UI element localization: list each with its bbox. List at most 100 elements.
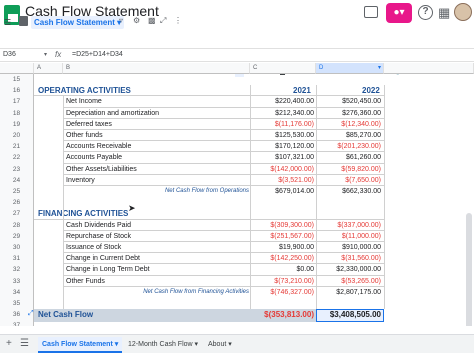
row-header[interactable]: 22 [0,152,34,164]
add-sheet-icon[interactable]: + [6,338,12,349]
row-header[interactable]: 17 [0,96,34,108]
help-icon[interactable]: ? [418,5,433,20]
all-sheets-icon[interactable]: ☰ [20,338,29,349]
name-box[interactable]: D36 [3,51,16,58]
column-header-a[interactable]: A [34,63,63,74]
row-header[interactable]: 32 [0,264,34,276]
row-header[interactable]: 19 [0,118,34,130]
tab-cash-flow-statement[interactable]: Cash Flow Statement ▾ [38,337,123,353]
row-header[interactable]: 33 [0,275,34,287]
value-2022[interactable]: $910,000.00 [342,244,381,251]
value-2021[interactable]: $(251,567.00) [270,233,314,240]
expand-row-icon[interactable]: ⤢ [28,310,34,318]
line-item-label[interactable]: Depreciation and amortization [66,110,159,117]
line-item-label[interactable]: Cash Dividends Paid [66,222,131,229]
value-2022[interactable]: $(12,340.00) [341,121,381,128]
net-cash-flow-row[interactable]: Net Cash Flow $(353,813.00) $3,408,505.00 [34,309,384,323]
year-2022-header[interactable]: 2022 [362,86,380,95]
financing-subtotal-label[interactable]: Net Cash Flow from Financing Activities [143,289,249,295]
operations-subtotal-label[interactable]: Net Cash Flow from Operations [165,188,249,194]
financing-subtotal-2022[interactable]: $2,807,175.00 [336,289,381,296]
vertical-scrollbar[interactable] [466,213,472,326]
operating-activities-title[interactable]: OPERATING ACTIVITIES [38,86,131,95]
value-2022[interactable]: $61,260.00 [346,154,381,161]
value-2022[interactable]: $(31,560.00) [341,255,381,262]
row-header[interactable]: 37 [0,320,34,326]
value-2021[interactable]: $0.00 [296,266,314,273]
row-header[interactable]: 35 [0,298,34,310]
value-2021[interactable]: $212,340.00 [275,110,314,117]
row-header[interactable]: 30 [0,242,34,254]
formula-input[interactable]: =D25+D14+D34 [72,51,123,58]
more-icon[interactable]: ⋮ [174,16,182,25]
operations-subtotal-2021[interactable]: $679,014.00 [275,188,314,195]
menu-icon[interactable]: ☰ [4,16,11,30]
layout-icon[interactable]: ▩ [148,16,156,25]
fullscreen-icon[interactable]: ⤢ [160,16,166,26]
line-item-label[interactable]: Other Funds [66,278,105,285]
value-2021[interactable]: $170,120.00 [275,143,314,150]
row-header[interactable]: 29 [0,230,34,242]
tab-about[interactable]: About ▾ [204,337,236,353]
financing-activities-title[interactable]: FINANCING ACTIVITIES [38,209,128,218]
value-2021[interactable]: $(142,250.00) [270,255,314,262]
value-2021[interactable]: $125,530.00 [275,132,314,139]
line-item-label[interactable]: Change in Long Term Debt [66,266,150,273]
comment-icon[interactable] [364,6,378,18]
value-2022[interactable]: $85,270.00 [346,132,381,139]
value-2022[interactable]: $276,360.00 [342,110,381,117]
value-2021[interactable]: $(309,300.00) [270,222,314,229]
name-box-dropdown-icon[interactable]: ▾ [44,51,47,58]
year-2021-header[interactable]: 2021 [293,86,311,95]
row-header[interactable]: 24 [0,174,34,186]
line-item-label[interactable]: Accounts Receivable [66,143,131,150]
row-header[interactable]: 21 [0,141,34,153]
row-header[interactable]: 16 [0,85,34,97]
row-header[interactable]: 31 [0,253,34,265]
row-header[interactable]: 25 [0,186,34,198]
line-item-label[interactable]: Net Income [66,98,102,105]
line-item-label[interactable]: Issuance of Stock [66,244,121,251]
row-header[interactable]: 20 [0,130,34,142]
row-header[interactable]: 27 [0,208,34,220]
apps-grid-icon[interactable]: ▦ [438,5,450,21]
corner-cell[interactable] [0,63,34,74]
column-menu-icon[interactable]: ▾ [378,63,383,74]
avatar[interactable] [454,3,472,21]
financing-subtotal-2021[interactable]: $(746,327.00) [270,289,314,296]
row-header[interactable]: 26 [0,197,34,209]
gear-icon[interactable]: ⚙ [133,16,140,25]
value-2022[interactable]: $(7,650.00) [345,177,381,184]
line-item-label[interactable]: Deferred taxes [66,121,112,128]
share-button[interactable]: ●▾ [386,3,412,23]
row-header[interactable]: 15 [0,74,34,86]
line-item-label[interactable]: Other Assets/Liabilities [66,166,137,173]
line-item-label[interactable]: Accounts Payable [66,154,122,161]
value-2022[interactable]: $(59,820.00) [341,166,381,173]
row-header[interactable]: 23 [0,163,34,175]
value-2022[interactable]: $(337,000.00) [337,222,381,229]
line-item-label[interactable]: Other funds [66,132,103,139]
value-2021[interactable]: $(142,000.00) [270,166,314,173]
line-item-label[interactable]: Inventory [66,177,95,184]
net-cash-flow-2021[interactable]: $(353,813.00) [264,310,314,319]
line-item-label[interactable]: Repurchase of Stock [66,233,131,240]
value-2021[interactable]: $(11,176.00) [275,121,314,128]
column-header-c[interactable]: C [250,63,316,74]
line-item-label[interactable]: Change in Current Debt [66,255,140,262]
column-header-d[interactable]: D ▾ [316,63,384,74]
value-2022[interactable]: $(11,000.00) [342,233,381,240]
value-2021[interactable]: $19,900.00 [279,244,314,251]
value-2022[interactable]: $(53,265.00) [341,278,381,285]
tab-12-month-cash-flow[interactable]: 12-Month Cash Flow ▾ [124,337,202,353]
net-cash-flow-label[interactable]: Net Cash Flow [38,310,93,319]
spreadsheet-grid[interactable]: A B C D ▾ 15 16 17 18 19 20 21 22 23 24 25 26 27 28 29… [0,63,474,326]
value-2021[interactable]: $220,400.00 [275,98,314,105]
sheet-selector[interactable]: Cash Flow Statement ▾ [31,16,125,29]
value-2021[interactable]: $107,321.00 [275,154,314,161]
value-2021[interactable]: $(73,210.00) [274,278,314,285]
value-2021[interactable]: $(3,521.00) [278,177,314,184]
row-header[interactable]: 34 [0,286,34,298]
operations-subtotal-2022[interactable]: $662,330.00 [342,188,381,195]
column-header-b[interactable]: B [63,63,250,74]
